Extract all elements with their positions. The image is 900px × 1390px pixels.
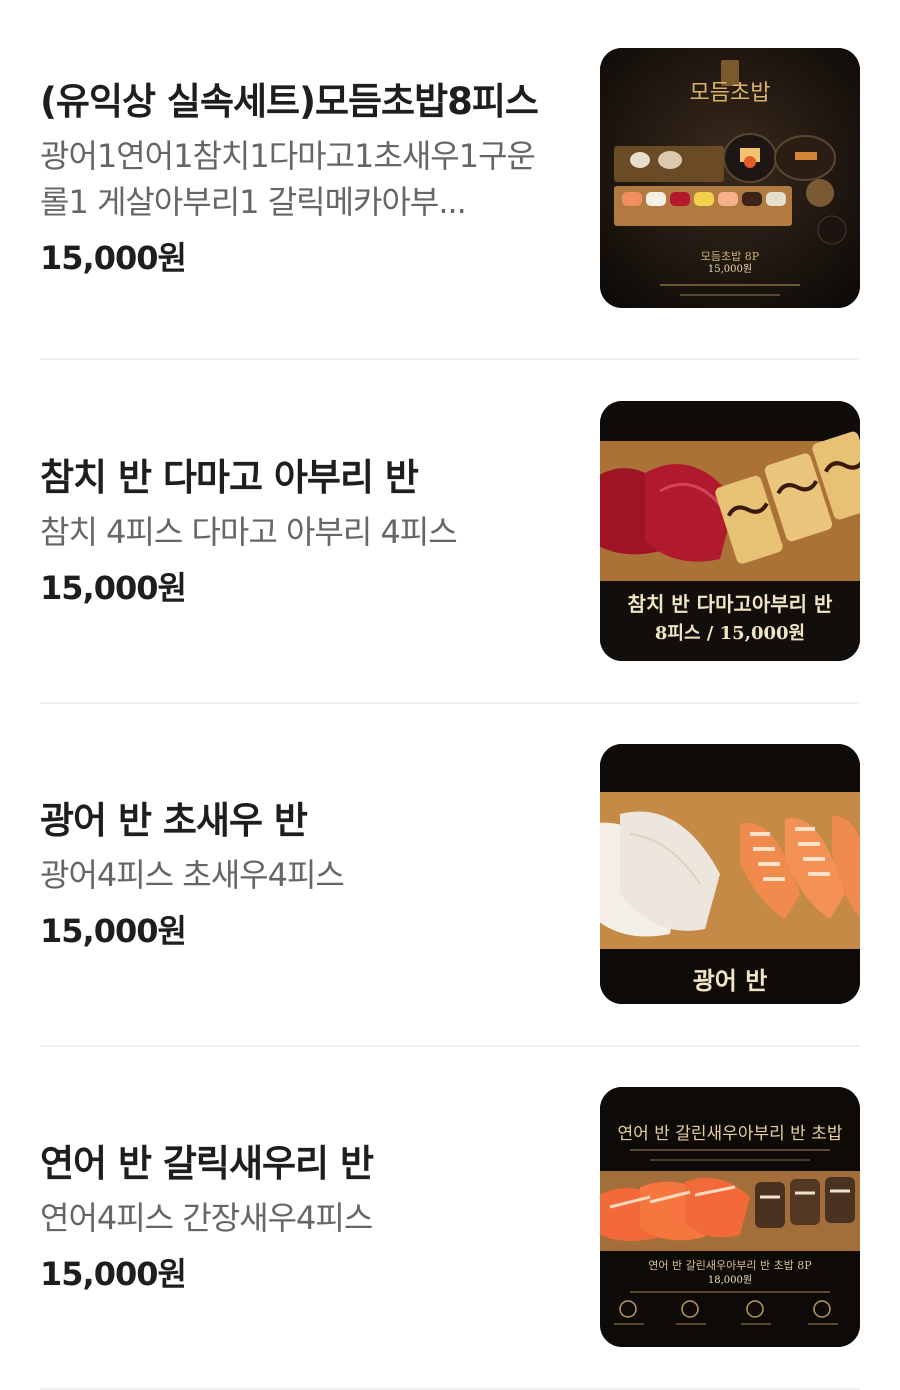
menu-item-price: 15,000원 — [40, 1255, 187, 1293]
menu-item-flatfish-shrimp[interactable]: 광어 반 초새우 반 광어4피스 초새우4피스 15,000원 광어 반 — [40, 744, 860, 1006]
menu-item-thumbnail[interactable]: 연어 반 갈린새우아부리 반 초밥 연어 반 갈린새우아부리 반 초밥 8P 1… — [600, 1087, 860, 1347]
divider — [40, 358, 860, 360]
thumb-caption-text: 연어 반 갈린새우아부리 반 초밥 8P — [648, 1258, 812, 1272]
menu-item-thumbnail[interactable]: 모듬초밥 모듬초밥 8P 15,000원 — [600, 48, 860, 308]
thumb-header-text: 모듬초밥 — [690, 81, 771, 106]
menu-item-thumbnail[interactable]: 참치 반 다마고아부리 반 8피스 / 15,000원 — [600, 401, 860, 661]
thumb-caption-line1: 참치 반 다마고아부리 반 — [628, 592, 833, 616]
menu-item-text: 광어 반 초새우 반 광어4피스 초새우4피스 15,000원 — [40, 744, 560, 1006]
divider — [40, 1045, 860, 1047]
menu-item-tuna-tamago[interactable]: 참치 반 다마고 아부리 반 참치 4피스 다마고 아부리 4피스 15,000… — [40, 401, 860, 663]
divider — [40, 702, 860, 704]
menu-item-assorted-sushi[interactable]: (유익상 실속세트)모듬초밥8피스 광어1연어1참치1다마고1초새우1구운롤1 … — [40, 48, 860, 310]
menu-item-price: 15,000원 — [40, 569, 187, 607]
menu-item-salmon-garlic-shrimp[interactable]: 연어 반 갈릭새우리 반 연어4피스 간장새우4피스 15,000원 연어 반 … — [40, 1087, 860, 1349]
menu-item-text: (유익상 실속세트)모듬초밥8피스 광어1연어1참치1다마고1초새우1구운롤1 … — [40, 48, 560, 310]
thumb-caption-text: 모듬초밥 8P — [701, 250, 760, 263]
menu-item-title: (유익상 실속세트)모듬초밥8피스 — [40, 80, 539, 123]
menu-item-title: 연어 반 갈릭새우리 반 — [40, 1142, 374, 1185]
menu-item-description: 광어4피스 초새우4피스 — [40, 856, 345, 894]
menu-item-description: 광어1연어1참치1다마고1초새우1구운롤1 게살아부리1 갈릭메카아부... — [40, 137, 536, 221]
menu-item-thumbnail[interactable]: 광어 반 — [600, 744, 860, 1004]
menu-list: (유익상 실속세트)모듬초밥8피스 광어1연어1참치1다마고1초새우1구운롤1 … — [0, 0, 900, 1390]
menu-item-price: 15,000원 — [40, 912, 187, 950]
menu-item-text: 연어 반 갈릭새우리 반 연어4피스 간장새우4피스 15,000원 — [40, 1087, 560, 1349]
thumb-price-text: 18,000원 — [708, 1274, 752, 1286]
menu-item-title: 광어 반 초새우 반 — [40, 799, 308, 842]
menu-item-text: 참치 반 다마고 아부리 반 참치 4피스 다마고 아부리 4피스 15,000… — [40, 401, 560, 663]
thumb-caption-text: 광어 반 — [693, 966, 768, 995]
thumb-header-text: 연어 반 갈린새우아부리 반 초밥 — [618, 1124, 843, 1144]
menu-item-price: 15,000원 — [40, 239, 187, 277]
menu-item-title: 참치 반 다마고 아부리 반 — [40, 456, 419, 499]
thumb-caption-line2: 8피스 / 15,000원 — [655, 623, 805, 644]
menu-item-description: 참치 4피스 다마고 아부리 4피스 — [40, 513, 458, 551]
menu-item-description: 연어4피스 간장새우4피스 — [40, 1199, 373, 1237]
thumb-price-text: 15,000원 — [708, 263, 752, 275]
